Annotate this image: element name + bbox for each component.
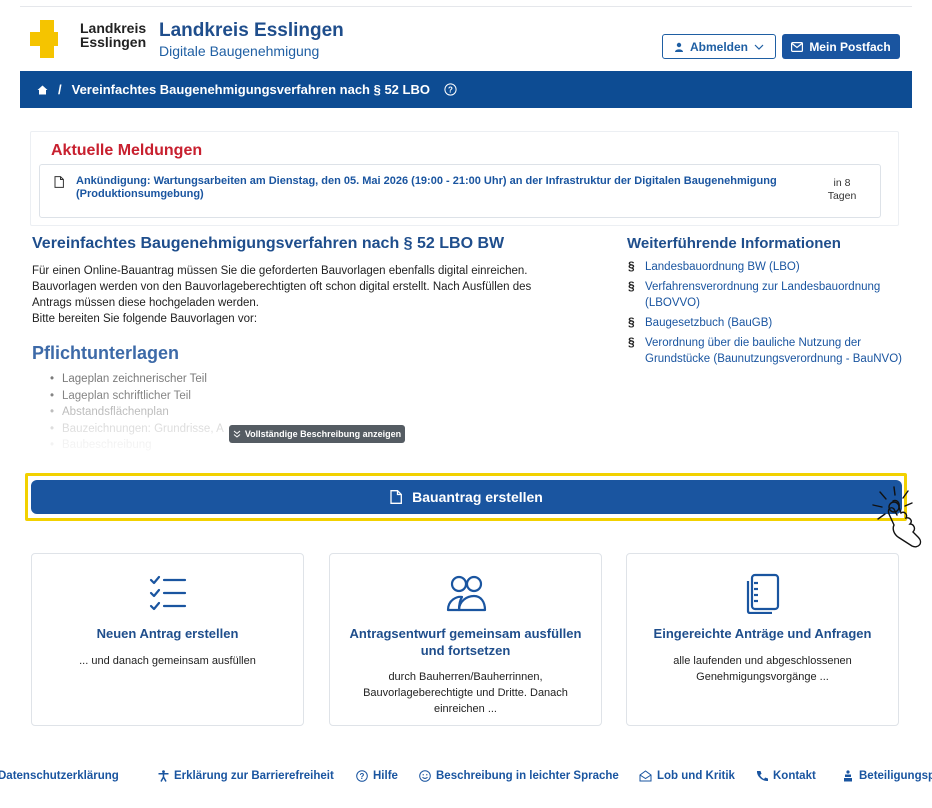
further-info-link[interactable]: Landesbauordnung BW (LBO)	[645, 261, 800, 273]
home-icon[interactable]	[37, 85, 48, 95]
list-item: Lageplan zeichnerischer Teil	[50, 371, 224, 388]
news-title: Aktuelle Meldungen	[51, 142, 203, 159]
further-info-item[interactable]: § Baugesetzbuch (BauGB)	[627, 315, 902, 331]
footer-participation-link[interactable]: Beteiligungsportal	[842, 770, 932, 782]
logo-wordmark: Landkreis Esslingen	[80, 20, 147, 50]
paragraph-icon: §	[628, 259, 635, 273]
list-item: Abstandsflächenplan	[50, 404, 224, 421]
news-item[interactable]: Ankündigung: Wartungsarbeiten am Diensta…	[39, 164, 881, 218]
phone-icon	[756, 771, 768, 782]
chevrons-down-icon	[233, 430, 241, 438]
svg-text:?: ?	[360, 772, 365, 781]
footer-accessibility-link[interactable]: Erklärung zur Barrierefreiheit	[158, 770, 334, 782]
news-panel: Aktuelle Meldungen Ankündigung: Wartungs…	[30, 131, 899, 226]
logout-button[interactable]: Abmelden	[662, 34, 776, 59]
users-icon	[446, 575, 486, 612]
footer-help-link[interactable]: ? Hilfe	[356, 770, 398, 782]
card-title: Neuen Antrag erstellen	[96, 626, 239, 641]
further-info-link[interactable]: Baugesetzbuch (BauGB)	[645, 317, 772, 329]
document-icon	[390, 490, 403, 504]
footer-contact-link[interactable]: Kontakt	[756, 770, 816, 782]
checklist-icon	[149, 575, 186, 611]
site-subtitle: Digitale Baugenehmigung	[159, 43, 320, 59]
smiley-icon	[419, 770, 431, 782]
paragraph-icon: §	[628, 335, 635, 349]
cta-label: Bauantrag erstellen	[412, 489, 543, 505]
card-submitted-applications[interactable]: Eingereichte Anträge und Anfragen alle l…	[626, 553, 899, 726]
footer-privacy-link[interactable]: Datenschutzerklärung	[0, 770, 119, 782]
further-info-item[interactable]: § Landesbauordnung BW (LBO)	[627, 259, 902, 275]
footer-easy-language-link[interactable]: Beschreibung in leichter Sprache	[419, 770, 619, 782]
card-shared-draft[interactable]: Antragsentwurf gemeinsam ausfüllen und f…	[329, 553, 602, 726]
required-documents-list: Lageplan zeichnerischer Teil Lageplan sc…	[50, 371, 224, 454]
list-item: Baubeschreibung	[50, 437, 224, 454]
paragraph-icon: §	[628, 279, 635, 293]
card-title: Antragsentwurf gemeinsam ausfüllen und f…	[349, 626, 582, 658]
further-info-list: § Landesbauordnung BW (LBO) § Verfahrensve…	[627, 259, 902, 371]
breadcrumb-separator: /	[58, 82, 62, 97]
envelope-icon	[791, 41, 804, 52]
news-item-time: in 8 Tagen	[827, 177, 857, 202]
further-info-link[interactable]: Verordnung über die bauliche Nutzung der…	[645, 337, 902, 365]
mailbox-button[interactable]: Mein Postfach	[782, 34, 900, 59]
user-icon	[674, 42, 683, 52]
click-pointer-icon	[872, 486, 922, 548]
card-description: alle laufenden und abgeschlossenen Geneh…	[673, 655, 852, 683]
breadcrumb-current: Vereinfachtes Baugenehmigungsverfahren n…	[71, 82, 430, 97]
list-item: Bauzeichnungen: Grundrisse, A	[50, 421, 224, 438]
envelope-open-icon	[639, 770, 652, 782]
news-item-link[interactable]: Ankündigung: Wartungsarbeiten am Diensta…	[76, 175, 816, 201]
list-item: Lageplan schriftlicher Teil	[50, 388, 224, 405]
logout-label: Abmelden	[689, 39, 748, 54]
breadcrumb: / Vereinfachtes Baugenehmigungsverfahren…	[20, 71, 912, 108]
footer-links: Datenschutzerklärung Erklärung zur Barri…	[0, 768, 932, 788]
further-info-item[interactable]: § Verordnung über die bauliche Nutzung de…	[627, 335, 902, 367]
required-documents-title: Pflichtunterlagen	[32, 343, 180, 363]
stacked-documents-icon	[746, 573, 779, 614]
card-description: durch Bauherren/Bauherrinnen, Bauvorlage…	[363, 671, 568, 715]
show-more-label: Vollständige Beschreibung anzeigen	[244, 429, 402, 439]
accessibility-icon	[158, 770, 169, 782]
site-title[interactable]: Landkreis Esslingen	[159, 20, 344, 42]
card-new-application[interactable]: Neuen Antrag erstellen ... und danach ge…	[31, 553, 304, 726]
top-divider	[20, 6, 912, 7]
footer-feedback-link[interactable]: Lob und Kritik	[639, 770, 735, 782]
further-info-title: Weiterführende Informationen	[627, 235, 841, 252]
mailbox-label: Mein Postfach	[809, 39, 891, 54]
show-full-description-button[interactable]: Vollständige Beschreibung anzeigen	[229, 425, 405, 443]
page-title: Vereinfachtes Baugenehmigungsverfahren n…	[32, 235, 505, 252]
svg-text:?: ?	[448, 85, 453, 94]
site-header: Landkreis Esslingen Landkreis Esslingen …	[0, 8, 932, 70]
chevron-down-icon	[754, 44, 764, 50]
further-info-item[interactable]: § Verfahrensverordnung zur Landesbauordnu…	[627, 279, 902, 311]
card-title: Eingereichte Anträge und Anfragen	[653, 626, 872, 641]
participation-icon	[844, 770, 852, 782]
further-info-link[interactable]: Verfahrensverordnung zur Landesbauordnun…	[645, 281, 880, 309]
page-description: Für einen Online-Bauantrag müssen Sie di…	[32, 265, 532, 325]
help-circle-icon[interactable]: ?	[444, 83, 457, 96]
landkreis-logo-icon[interactable]	[30, 20, 70, 58]
paragraph-icon: §	[628, 315, 635, 329]
help-circle-icon: ?	[356, 770, 368, 782]
document-icon	[54, 176, 64, 188]
card-description: ... und danach gemeinsam ausfüllen	[79, 655, 256, 667]
create-building-application-button[interactable]: Bauantrag erstellen	[31, 480, 902, 514]
